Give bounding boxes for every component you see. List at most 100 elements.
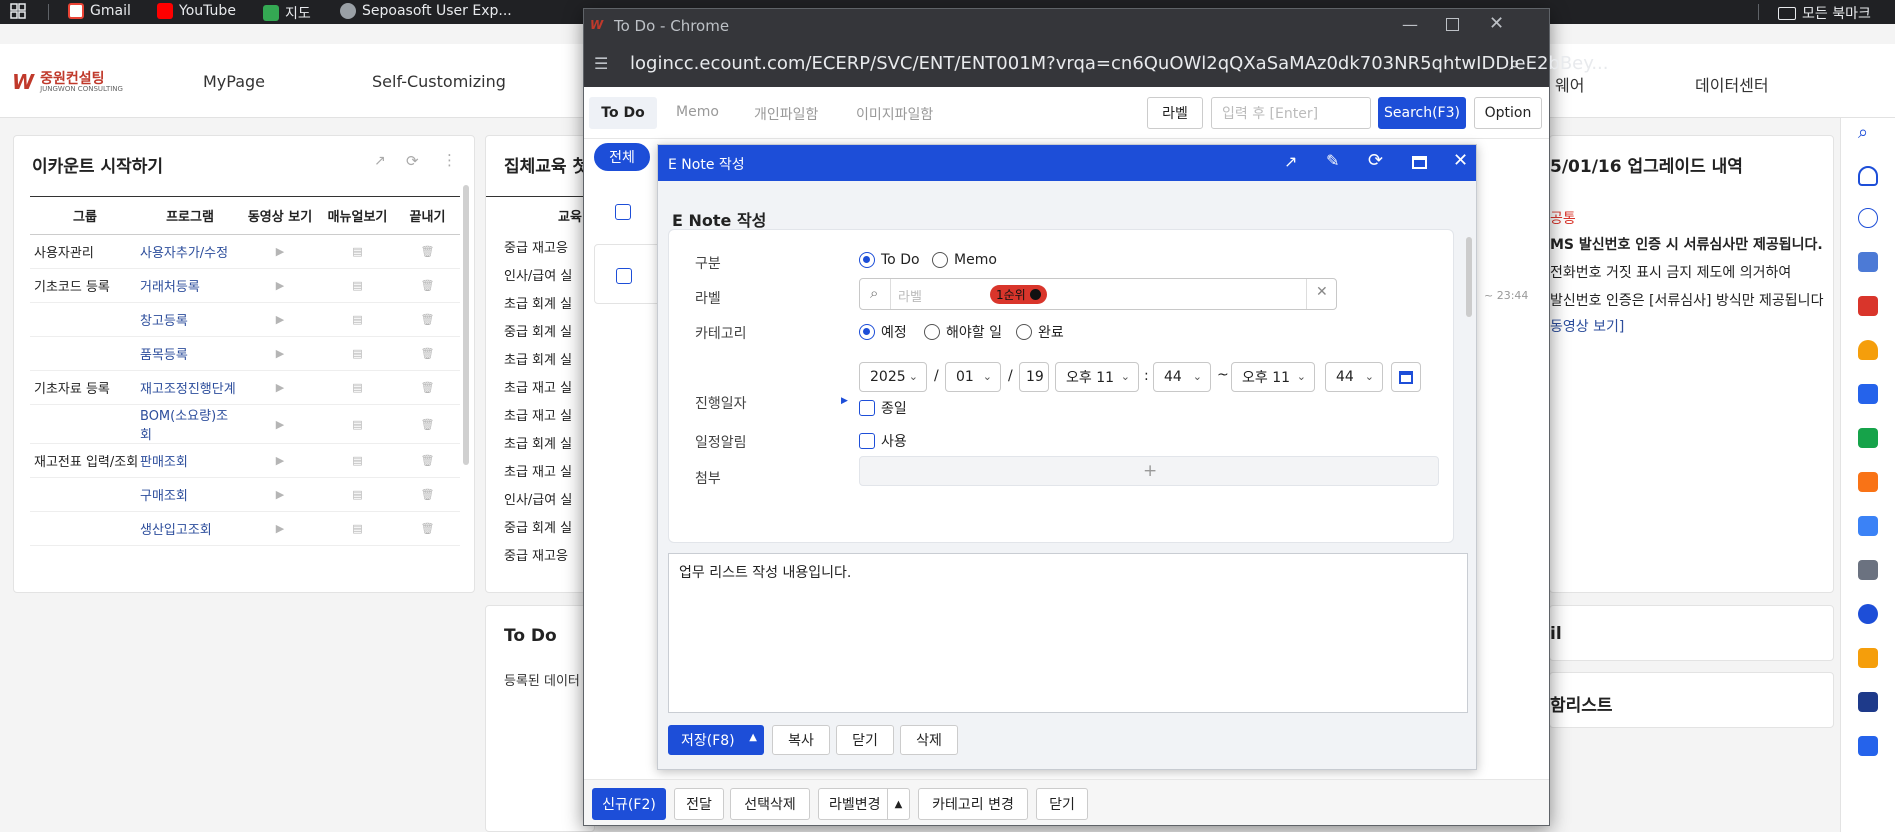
edu-course-row[interactable]: 초급 재고 실	[504, 377, 572, 396]
day-input[interactable]: 19	[1019, 362, 1049, 392]
trash-icon[interactable]: 🗑	[395, 234, 460, 269]
trash-icon[interactable]: 🗑	[395, 511, 460, 546]
year-select[interactable]: 2025 ⌄	[859, 362, 927, 392]
all-bookmarks[interactable]: 모든 북마크	[1778, 3, 1871, 23]
popout-icon[interactable]: ↗	[1284, 152, 1297, 171]
type-todo-radio[interactable]: To Do	[859, 252, 920, 268]
apps-grid-icon[interactable]	[10, 3, 26, 19]
option-button[interactable]: Option	[1474, 97, 1542, 129]
edu-course-row[interactable]: 초급 재고 실	[504, 461, 572, 480]
trash-icon[interactable]: 🗑	[395, 477, 460, 512]
video-icon[interactable]: ▶	[240, 336, 320, 371]
close-window-icon[interactable]: ✕	[1489, 13, 1504, 34]
video-icon[interactable]: ▶	[240, 370, 320, 405]
end-hour-select[interactable]: 오후 11 ⌄	[1231, 362, 1315, 392]
program-link[interactable]: 구매조회	[140, 477, 240, 512]
edu-course-row[interactable]: 중급 재고응	[504, 237, 568, 256]
close-icon[interactable]: ✕	[1453, 150, 1468, 171]
calendar-button[interactable]	[1391, 362, 1421, 392]
refresh-icon[interactable]: ⟳	[406, 152, 419, 170]
maximize-icon[interactable]	[1446, 18, 1459, 31]
forward-button[interactable]: 전달	[674, 788, 724, 820]
video-icon[interactable]: ▶	[240, 302, 320, 337]
trash-icon[interactable]: 🗑	[395, 404, 460, 444]
label-input[interactable]: ⌕ 라벨 1순위 ✕	[859, 278, 1337, 310]
program-link[interactable]: 재고조정진행단계	[140, 370, 240, 405]
edu-course-row[interactable]: 초급 회계 실	[504, 293, 572, 312]
tab-personal-files[interactable]: 개인파일함	[754, 104, 818, 124]
row-checkbox[interactable]	[616, 268, 632, 284]
messenger-icon[interactable]	[1858, 428, 1878, 448]
trash-icon[interactable]: 🗑	[395, 370, 460, 405]
month-select[interactable]: 01 ⌄	[945, 362, 1001, 392]
bookmark-youtube[interactable]: YouTube	[157, 3, 236, 19]
refresh-icon[interactable]: ⟳	[1368, 150, 1383, 171]
url-text[interactable]: logincc.ecount.com/ECERP/SVC/ENT/ENT001M…	[630, 53, 1609, 74]
close-list-button[interactable]: 닫기	[1036, 788, 1088, 820]
start-minute-select[interactable]: 44 ⌄	[1153, 362, 1211, 392]
bookmark-maps[interactable]: 지도	[263, 3, 311, 23]
search-icon[interactable]: ⌕	[1858, 122, 1878, 143]
type-memo-radio[interactable]: Memo	[932, 252, 997, 268]
book-icon[interactable]	[1858, 648, 1878, 668]
bookmark-gmail[interactable]: Gmail	[68, 3, 131, 19]
video-icon[interactable]: ▶	[240, 234, 320, 269]
site-settings-icon[interactable]: ☰	[594, 54, 608, 73]
close-button[interactable]: 닫기	[836, 725, 894, 755]
program-link[interactable]: 생산입고조회	[140, 511, 240, 546]
nav-data-center[interactable]: 데이터센터	[1695, 72, 1769, 96]
filter-all-chip[interactable]: 전체	[594, 143, 650, 171]
user-icon[interactable]	[1858, 208, 1878, 228]
label-chip[interactable]: 1순위	[990, 285, 1047, 304]
mail-icon[interactable]	[1858, 472, 1878, 492]
notice-video-link[interactable]: 동영상 보기]	[1550, 316, 1624, 336]
tab-image-files[interactable]: 이미지파일함	[856, 104, 933, 124]
end-minute-select[interactable]: 44 ⌄	[1325, 362, 1383, 392]
nav-ware[interactable]: 웨어	[1555, 72, 1584, 96]
program-link[interactable]: 품목등록	[140, 336, 240, 371]
edu-course-row[interactable]: 초급 회계 실	[504, 433, 572, 452]
todo-list-row[interactable]	[594, 244, 664, 304]
category-todo-radio[interactable]: 해야할 일	[924, 322, 1002, 342]
settings-icon[interactable]	[1858, 560, 1878, 580]
label-change-button[interactable]: 라벨변경 ▲	[818, 788, 910, 820]
more-icon[interactable]: ⋮	[442, 151, 457, 169]
clock-icon[interactable]	[1858, 604, 1878, 624]
manual-icon[interactable]: ▤	[320, 511, 395, 546]
category-planned-radio[interactable]: 예정	[859, 322, 907, 342]
tab-todo[interactable]: To Do	[589, 97, 657, 129]
edu-course-row[interactable]: 초급 재고 실	[504, 405, 572, 424]
notes-icon[interactable]	[1858, 296, 1878, 316]
program-link[interactable]: 거래처등록	[140, 268, 240, 303]
manual-icon[interactable]: ▤	[320, 477, 395, 512]
address-bar[interactable]: ☰ logincc.ecount.com/ECERP/SVC/ENT/ENT00…	[584, 43, 1609, 87]
pen-icon[interactable]	[1858, 384, 1878, 404]
minimize-icon[interactable]: —	[1402, 15, 1418, 34]
bookmark-sepoasoft[interactable]: Sepoasoft User Exp...	[340, 3, 512, 19]
allday-checkbox[interactable]: 종일	[859, 398, 907, 418]
manual-icon[interactable]: ▤	[320, 404, 395, 444]
content-editor[interactable]: 업무 리스트 작성 내용입니다.	[668, 553, 1468, 713]
trash-icon[interactable]: 🗑	[395, 302, 460, 337]
start-hour-select[interactable]: 오후 11 ⌄	[1055, 362, 1139, 392]
caret-up-icon[interactable]: ▲	[887, 789, 909, 819]
nav-self-customizing[interactable]: Self-Customizing	[372, 72, 506, 91]
manual-icon[interactable]: ▤	[320, 336, 395, 371]
tab-memo[interactable]: Memo	[676, 104, 719, 120]
manual-icon[interactable]: ▤	[320, 370, 395, 405]
caret-up-icon[interactable]: ▲	[749, 732, 757, 743]
video-icon[interactable]: ▶	[240, 404, 320, 444]
card-icon[interactable]	[1858, 692, 1878, 712]
bell-icon[interactable]	[1858, 340, 1878, 360]
edu-course-row[interactable]: 인사/급여 실	[504, 489, 572, 508]
video-icon[interactable]: ▶	[240, 511, 320, 546]
search-button[interactable]: Search(F3)	[1378, 97, 1466, 129]
maximize-icon[interactable]	[1412, 156, 1427, 169]
video-icon[interactable]: ▶	[240, 443, 320, 478]
external-link-icon[interactable]: ↗	[374, 153, 386, 169]
manual-icon[interactable]: ▤	[320, 234, 395, 269]
video-icon[interactable]: ▶	[240, 477, 320, 512]
add-file-icon[interactable]: +	[1143, 461, 1157, 481]
trash-icon[interactable]: 🗑	[395, 443, 460, 478]
category-change-button[interactable]: 카테고리 변경	[918, 788, 1028, 820]
